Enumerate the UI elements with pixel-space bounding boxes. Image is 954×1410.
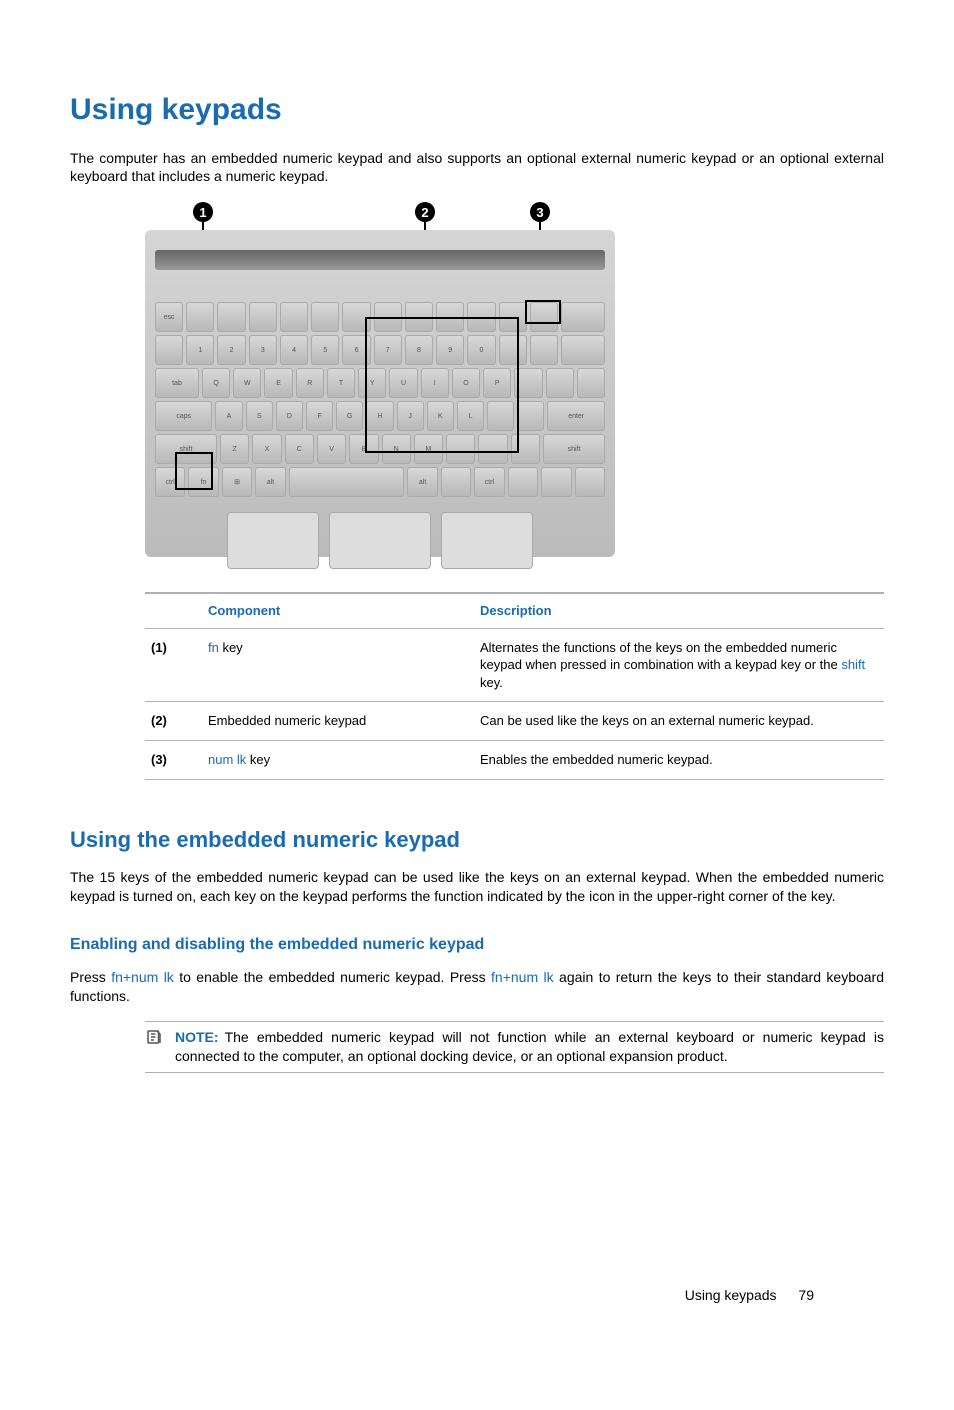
para-enable: Press fn+num lk to enable the embedded n…	[70, 968, 884, 1006]
footer-page-number: 79	[798, 1287, 814, 1303]
page-footer: Using keypads 79	[685, 1286, 814, 1305]
keyboard-body: esc 1234567890 tabQWERTYUIOP capsASDFGHJ…	[145, 230, 615, 557]
heading-embedded-keypad: Using the embedded numeric keypad	[70, 825, 884, 855]
th-description: Description	[474, 593, 884, 628]
callout-1: 1	[193, 202, 213, 222]
note-block: NOTE:The embedded numeric keypad will no…	[145, 1021, 884, 1073]
callout-3: 3	[530, 202, 550, 222]
fn-numlk-link-2: fn+num lk	[491, 969, 554, 985]
callout-2: 2	[415, 202, 435, 222]
table-row: (3) num lk key Enables the embedded nume…	[145, 741, 884, 780]
note-label: NOTE:	[175, 1029, 219, 1045]
note-text: The embedded numeric keypad will not fun…	[175, 1029, 884, 1064]
heading-enable-disable: Enabling and disabling the embedded nume…	[70, 934, 884, 956]
page: Using keypads The computer has an embedd…	[70, 90, 884, 1360]
keyboard-diagram: 1 2 3 esc 1234567890 tabQWERTYUIOP capsA…	[145, 202, 615, 557]
table-row: (2) Embedded numeric keypad Can be used …	[145, 702, 884, 741]
heading-using-keypads: Using keypads	[70, 90, 884, 131]
numlk-key-link: num lk	[208, 752, 246, 767]
th-component: Component	[202, 593, 474, 628]
fn-numlk-link-1: fn+num lk	[111, 969, 174, 985]
table-row: (1) fn key Alternates the functions of t…	[145, 628, 884, 702]
fn-key-link: fn	[208, 640, 219, 655]
para-embedded: The 15 keys of the embedded numeric keyp…	[70, 868, 884, 906]
shift-key-link: shift	[841, 657, 865, 672]
intro-paragraph: The computer has an embedded numeric key…	[70, 149, 884, 187]
component-table: Component Description (1) fn key Alterna…	[145, 592, 884, 779]
note-icon	[145, 1028, 165, 1066]
footer-title: Using keypads	[685, 1287, 777, 1303]
